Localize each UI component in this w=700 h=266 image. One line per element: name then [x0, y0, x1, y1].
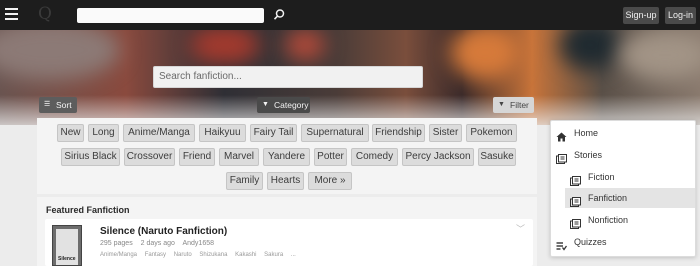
- story-title[interactable]: Silence (Naruto Fanfiction): [100, 226, 227, 237]
- menu-item-home[interactable]: Home: [551, 123, 695, 143]
- caret-down-icon: ▼: [262, 101, 269, 108]
- sign-up-button[interactable]: Sign-up: [623, 7, 659, 24]
- book-icon: [570, 173, 581, 186]
- sort-label: Sort: [56, 100, 72, 110]
- top-navigation-bar: Q Sign-up Log-in: [0, 0, 700, 30]
- cover-title: Silence: [58, 256, 76, 262]
- list-icon: [556, 238, 568, 251]
- menu-item-stories[interactable]: Stories: [551, 145, 695, 165]
- tag-comedy[interactable]: Comedy: [351, 148, 398, 166]
- tag-supernatural[interactable]: Supernatural: [301, 124, 369, 142]
- story-tag[interactable]: Kakashi: [235, 252, 256, 258]
- menu-item-label: Stories: [574, 150, 603, 160]
- banner-shape: [560, 30, 620, 70]
- menu-item-fiction[interactable]: Fiction: [565, 167, 695, 187]
- story-author[interactable]: Andy1658: [182, 240, 214, 247]
- banner-shape: [620, 30, 700, 80]
- story-pages: 295 pages: [100, 240, 133, 247]
- top-search-input[interactable]: [77, 8, 264, 23]
- story-time: 2 days ago: [140, 240, 175, 247]
- category-button[interactable]: ▼ Category: [257, 97, 310, 113]
- filter-button[interactable]: ▼ Filter: [493, 97, 534, 113]
- tag-friend[interactable]: Friend: [179, 148, 215, 166]
- story-meta: 295 pages 2 days ago Andy1658: [100, 240, 220, 247]
- story-cover-image[interactable]: Silence: [52, 225, 82, 266]
- featured-heading: Featured Fanfiction: [46, 205, 130, 215]
- story-tag[interactable]: Anime/Manga: [100, 252, 137, 258]
- tag-percy-jackson[interactable]: Percy Jackson: [402, 148, 474, 166]
- home-icon: [556, 129, 567, 142]
- tag-sasuke[interactable]: Sasuke: [478, 148, 516, 166]
- menu-item-label: Quizzes: [574, 237, 607, 247]
- tag-anime-manga[interactable]: Anime/Manga: [123, 124, 195, 142]
- banner-shape: [0, 30, 120, 80]
- tag-family[interactable]: Family: [226, 172, 263, 190]
- story-tag[interactable]: Fantasy: [145, 252, 166, 258]
- tag-new[interactable]: New: [57, 124, 84, 142]
- story-tags: Anime/Manga Fantasy Naruto Shizukana Kak…: [100, 252, 302, 258]
- tag-yandere[interactable]: Yandere: [263, 148, 310, 166]
- menu-item-fanfiction[interactable]: Fanfiction: [565, 188, 695, 208]
- sort-button[interactable]: ☰ Sort: [39, 97, 77, 113]
- tag-fairy-tail[interactable]: Fairy Tail: [250, 124, 297, 142]
- tag-sister[interactable]: Sister: [429, 124, 462, 142]
- book-icon: [556, 151, 567, 164]
- banner-shape: [450, 30, 520, 80]
- menu-item-label: Fanfiction: [588, 193, 628, 203]
- sort-icon: ☰: [44, 101, 51, 108]
- search-icon[interactable]: [272, 8, 286, 22]
- tag-potter[interactable]: Potter: [314, 148, 347, 166]
- menu-item-label: Nonfiction: [588, 215, 629, 225]
- chevron-down-icon[interactable]: ﹀: [516, 222, 525, 235]
- banner-shape: [190, 30, 260, 65]
- tag-pokemon[interactable]: Pokemon: [466, 124, 517, 142]
- tag-panel: New Long Anime/Manga Haikyuu Fairy Tail …: [37, 118, 537, 194]
- navigation-dropdown: Home Stories Fiction Fanfiction Nonficti…: [550, 120, 696, 257]
- tag-hearts[interactable]: Hearts: [267, 172, 304, 190]
- tag-marvel[interactable]: Marvel: [219, 148, 259, 166]
- featured-section: Featured Fanfiction Silence Silence (Nar…: [37, 197, 537, 266]
- tag-haikyuu[interactable]: Haikyuu: [199, 124, 246, 142]
- story-tag[interactable]: Shizukana: [199, 252, 227, 258]
- banner-shape: [285, 30, 325, 60]
- fanfiction-search-input[interactable]: Search fanfiction...: [153, 66, 423, 88]
- story-card[interactable]: Silence Silence (Naruto Fanfiction) 295 …: [45, 219, 533, 266]
- story-tag[interactable]: Sakura: [264, 252, 283, 258]
- story-tag-more: ...: [290, 252, 296, 258]
- menu-item-label: Fiction: [588, 172, 615, 182]
- book-icon: [570, 194, 581, 207]
- menu-item-nonfiction[interactable]: Nonfiction: [565, 210, 695, 230]
- story-tag[interactable]: Naruto: [174, 252, 192, 258]
- log-in-button[interactable]: Log-in: [665, 7, 696, 24]
- menu-item-label: Home: [574, 128, 599, 138]
- tag-long[interactable]: Long: [88, 124, 119, 142]
- category-label: Category: [274, 100, 309, 110]
- page: Q Sign-up Log-in Search fanfiction... ☰ S…: [0, 0, 700, 266]
- tag-crossover[interactable]: Crossover: [124, 148, 175, 166]
- filter-label: Filter: [510, 100, 529, 110]
- book-icon: [570, 216, 581, 229]
- filter-icon: ▼: [498, 101, 505, 108]
- hero-banner: Search fanfiction...: [0, 30, 700, 125]
- menu-item-quizzes[interactable]: Quizzes: [551, 232, 695, 252]
- site-logo[interactable]: Q: [38, 6, 52, 23]
- tag-sirius-black[interactable]: Sirius Black: [61, 148, 120, 166]
- tag-more[interactable]: More »: [308, 172, 352, 190]
- tag-friendship[interactable]: Friendship: [372, 124, 425, 142]
- hamburger-menu-icon[interactable]: [5, 8, 18, 20]
